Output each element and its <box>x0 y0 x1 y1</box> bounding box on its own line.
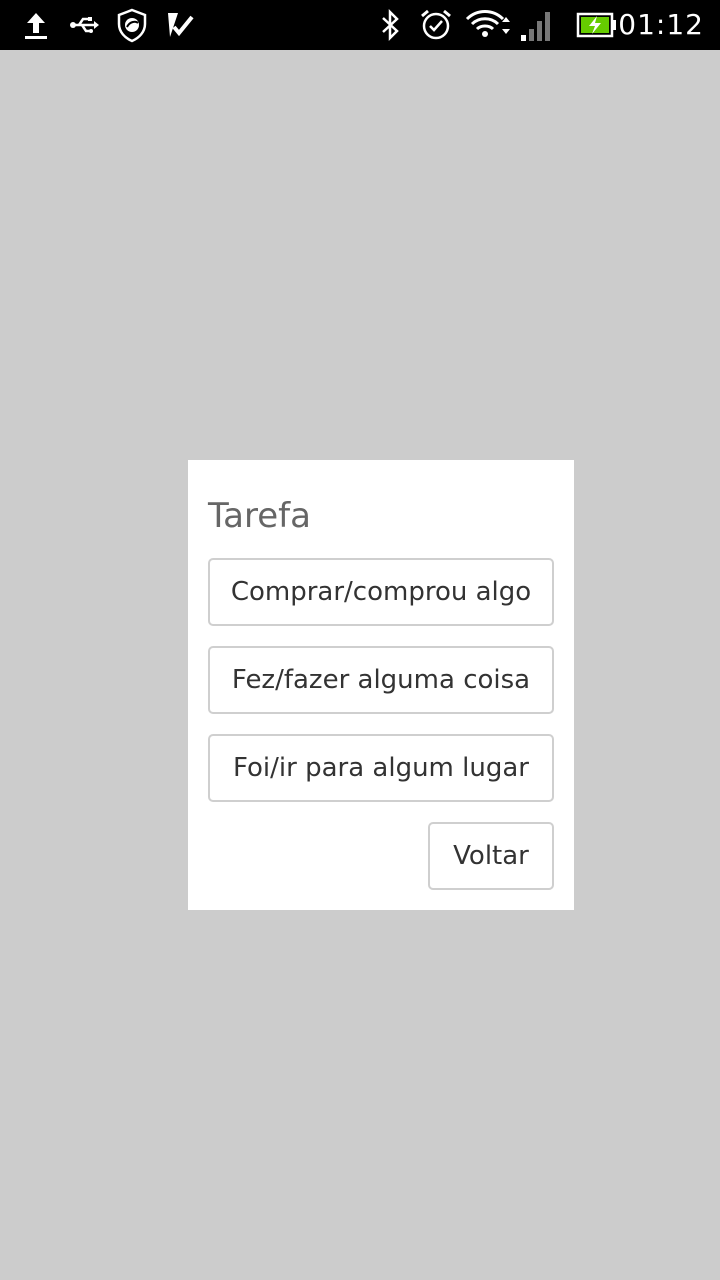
wifi-icon <box>464 7 514 43</box>
went-somewhere-option-button[interactable]: Foi/ir para algum lugar <box>208 734 554 802</box>
clock-time: 01:12 <box>618 8 704 41</box>
do-something-option-button[interactable]: Fez/fazer alguma coisa <box>208 646 554 714</box>
checkmark-icon <box>162 7 198 43</box>
dialog-title: Tarefa <box>208 496 311 536</box>
bluetooth-icon <box>372 7 408 43</box>
status-bar: 01:12 <box>0 0 720 50</box>
alarm-icon <box>418 7 454 43</box>
back-button[interactable]: Voltar <box>428 822 554 890</box>
signal-icon <box>518 7 554 43</box>
shield-icon <box>114 7 150 43</box>
usb-icon <box>66 7 102 43</box>
battery-charging-icon <box>576 7 618 43</box>
upload-icon <box>18 7 54 43</box>
buy-option-button[interactable]: Comprar/comprou algo <box>208 558 554 626</box>
task-dialog: Tarefa Comprar/comprou algo Fez/fazer al… <box>188 460 574 910</box>
